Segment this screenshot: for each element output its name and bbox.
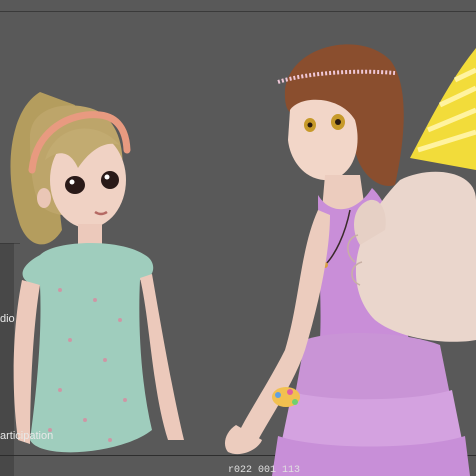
- hud-label-participation: articipation: [0, 430, 54, 442]
- 3d-viewport[interactable]: dio articipation r022 001 113: [0, 0, 476, 476]
- character-scene: [10, 44, 476, 476]
- frame-readout: r022 001 113: [228, 465, 301, 476]
- hud-label-audio: dio: [0, 313, 15, 325]
- party-hat-icon: [410, 48, 476, 170]
- character-blonde-girl: [10, 92, 184, 453]
